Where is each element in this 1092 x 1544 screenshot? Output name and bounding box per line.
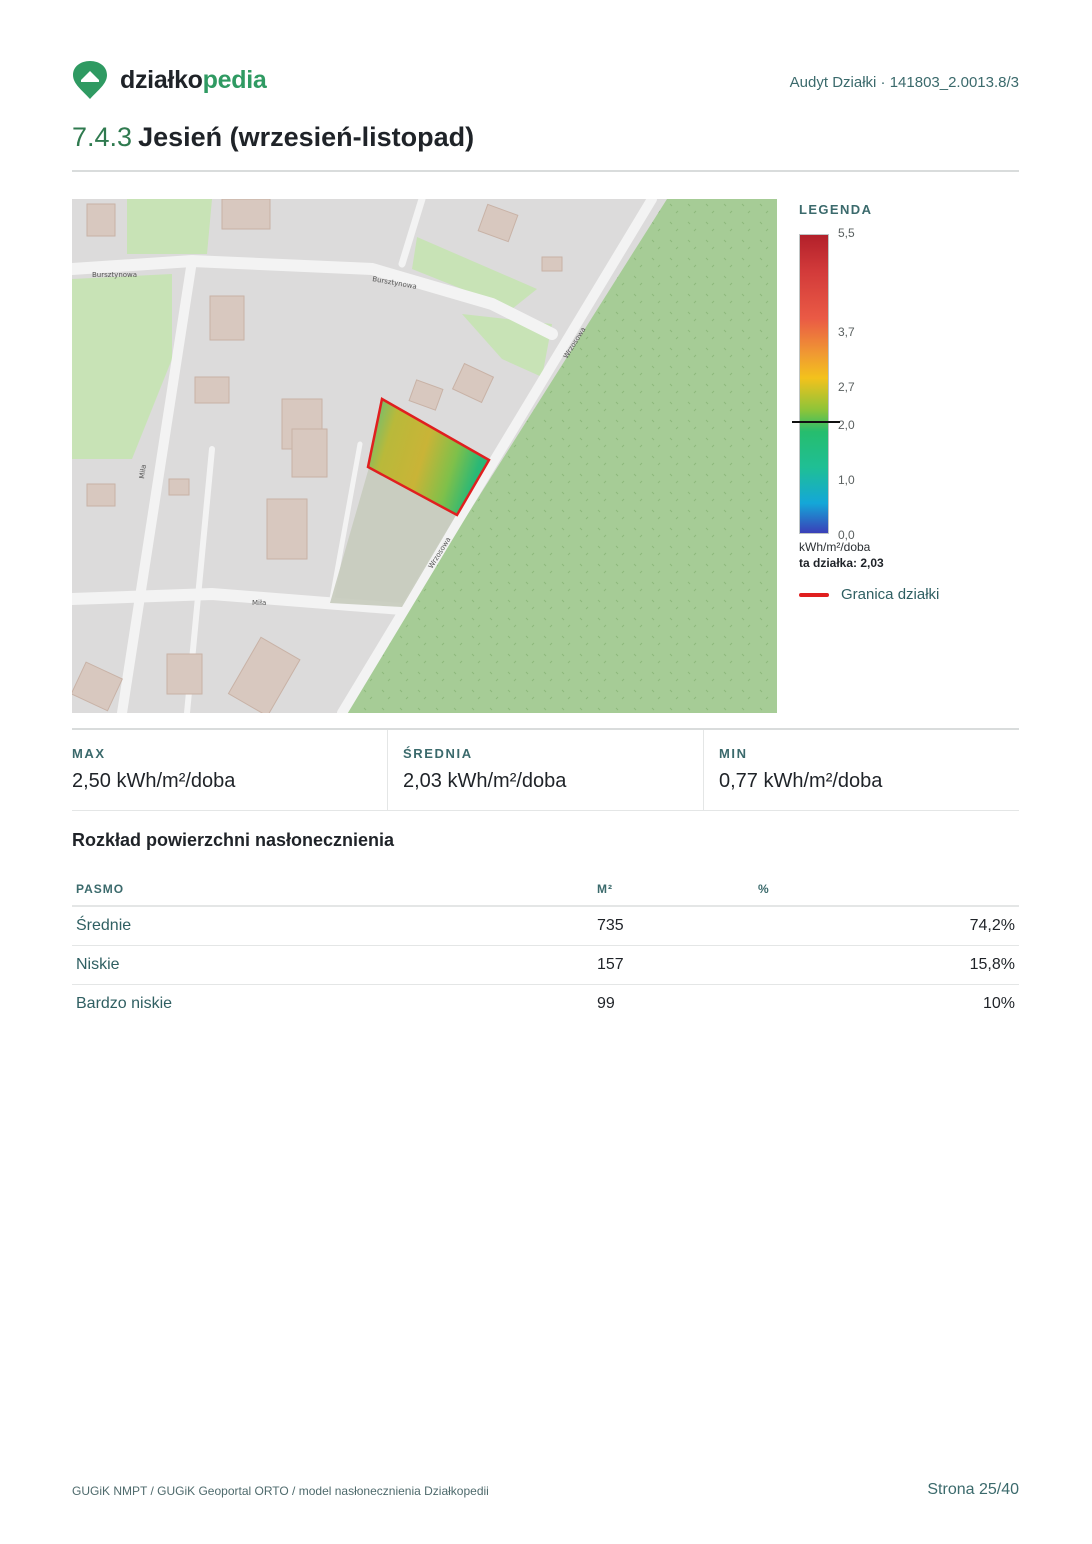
band-percent: 74,2% <box>969 917 1015 934</box>
column-header: M² <box>597 882 613 896</box>
scale-unit: kWh/m²/doba <box>799 540 871 554</box>
page-header: działkopedia Audyt Działki · 141803_2.00… <box>72 58 1019 102</box>
band-name: Bardzo niskie <box>76 995 173 1012</box>
footer-sources: GUGiK NMPT / GUGiK Geoportal ORTO / mode… <box>72 1484 489 1498</box>
stat-max: MAX 2,50 kWh/m²/doba <box>72 730 387 810</box>
stat-label: MIN <box>719 746 748 761</box>
brand-logo: działkopedia <box>72 60 267 100</box>
stat-label: ŚREDNIA <box>403 746 473 761</box>
street-label: Miła <box>252 599 266 607</box>
stats-panel: MAX 2,50 kWh/m²/doba ŚREDNIA 2,03 kWh/m²… <box>72 728 1019 811</box>
distribution-title: Rozkład powierzchni nasłonecznienia <box>72 830 395 850</box>
brand-name: działkopedia <box>120 65 267 95</box>
stat-min: MIN 0,77 kWh/m²/doba <box>703 730 1019 810</box>
page-number: Strona 25/40 <box>927 1481 1019 1498</box>
stat-value: 2,50 kWh/m²/doba <box>72 770 236 792</box>
band-percent: 15,8% <box>969 956 1015 973</box>
plot-value-marker <box>792 421 840 423</box>
color-scale-bar <box>799 234 829 534</box>
column-header: % <box>758 882 770 896</box>
band-percent: 10% <box>982 995 1015 1012</box>
map-legend: LEGENDA 5,5 3,7 2,7 2,0 1,0 0,0 kWh/m²/d… <box>792 199 1019 619</box>
band-name: Niskie <box>76 956 120 973</box>
scale-tick: 2,7 <box>838 380 855 394</box>
band-area: 735 <box>597 917 624 934</box>
section-title: 7.4.3 Jesień (wrzesień-listopad) <box>72 122 474 153</box>
band-area: 99 <box>597 995 615 1012</box>
distribution-table: PASMO M² % Średnie 735 74,2% Niskie 157 … <box>72 870 1019 1023</box>
boundary-line-swatch <box>799 592 829 597</box>
stat-average: ŚREDNIA 2,03 kWh/m²/doba <box>387 730 703 810</box>
column-header: PASMO <box>76 882 125 896</box>
stat-value: 0,77 kWh/m²/doba <box>719 770 883 792</box>
map-pin-icon <box>73 61 107 99</box>
scale-tick: 3,7 <box>838 325 855 339</box>
section-number: 7.4.3 <box>72 122 133 152</box>
scale-tick: 5,5 <box>838 226 855 240</box>
insolation-map: Bursztynowa Bursztynowa Miła Miła Wrzoso… <box>72 199 777 713</box>
brand-name-part2: pedia <box>202 65 267 94</box>
table-row: Niskie 157 15,8% <box>72 946 1019 985</box>
document-reference: Audyt Działki · 141803_2.0013.8/3 <box>789 74 1019 91</box>
section-title-text: Jesień (wrzesień-listopad) <box>138 122 475 152</box>
stat-label: MAX <box>72 746 106 761</box>
map-canvas: Bursztynowa Bursztynowa Miła Miła Wrzoso… <box>72 199 777 713</box>
street-label: Bursztynowa <box>92 271 137 279</box>
legend-title: LEGENDA <box>799 202 873 217</box>
boundary-label: Granica działki <box>841 586 940 603</box>
table-row: Bardzo niskie 99 10% <box>72 985 1019 1023</box>
scale-tick: 2,0 <box>838 418 855 432</box>
band-area: 157 <box>597 956 624 973</box>
title-divider <box>72 170 1019 172</box>
table-header: PASMO M² % <box>72 870 1019 907</box>
scale-tick: 1,0 <box>838 473 855 487</box>
boundary-legend-item: Granica działki <box>799 586 939 603</box>
band-name: Średnie <box>76 917 132 934</box>
stat-value: 2,03 kWh/m²/doba <box>403 770 567 792</box>
this-plot-value: ta działka: 2,03 <box>799 556 884 570</box>
brand-name-part1: działko <box>120 65 203 94</box>
table-row: Średnie 735 74,2% <box>72 907 1019 946</box>
